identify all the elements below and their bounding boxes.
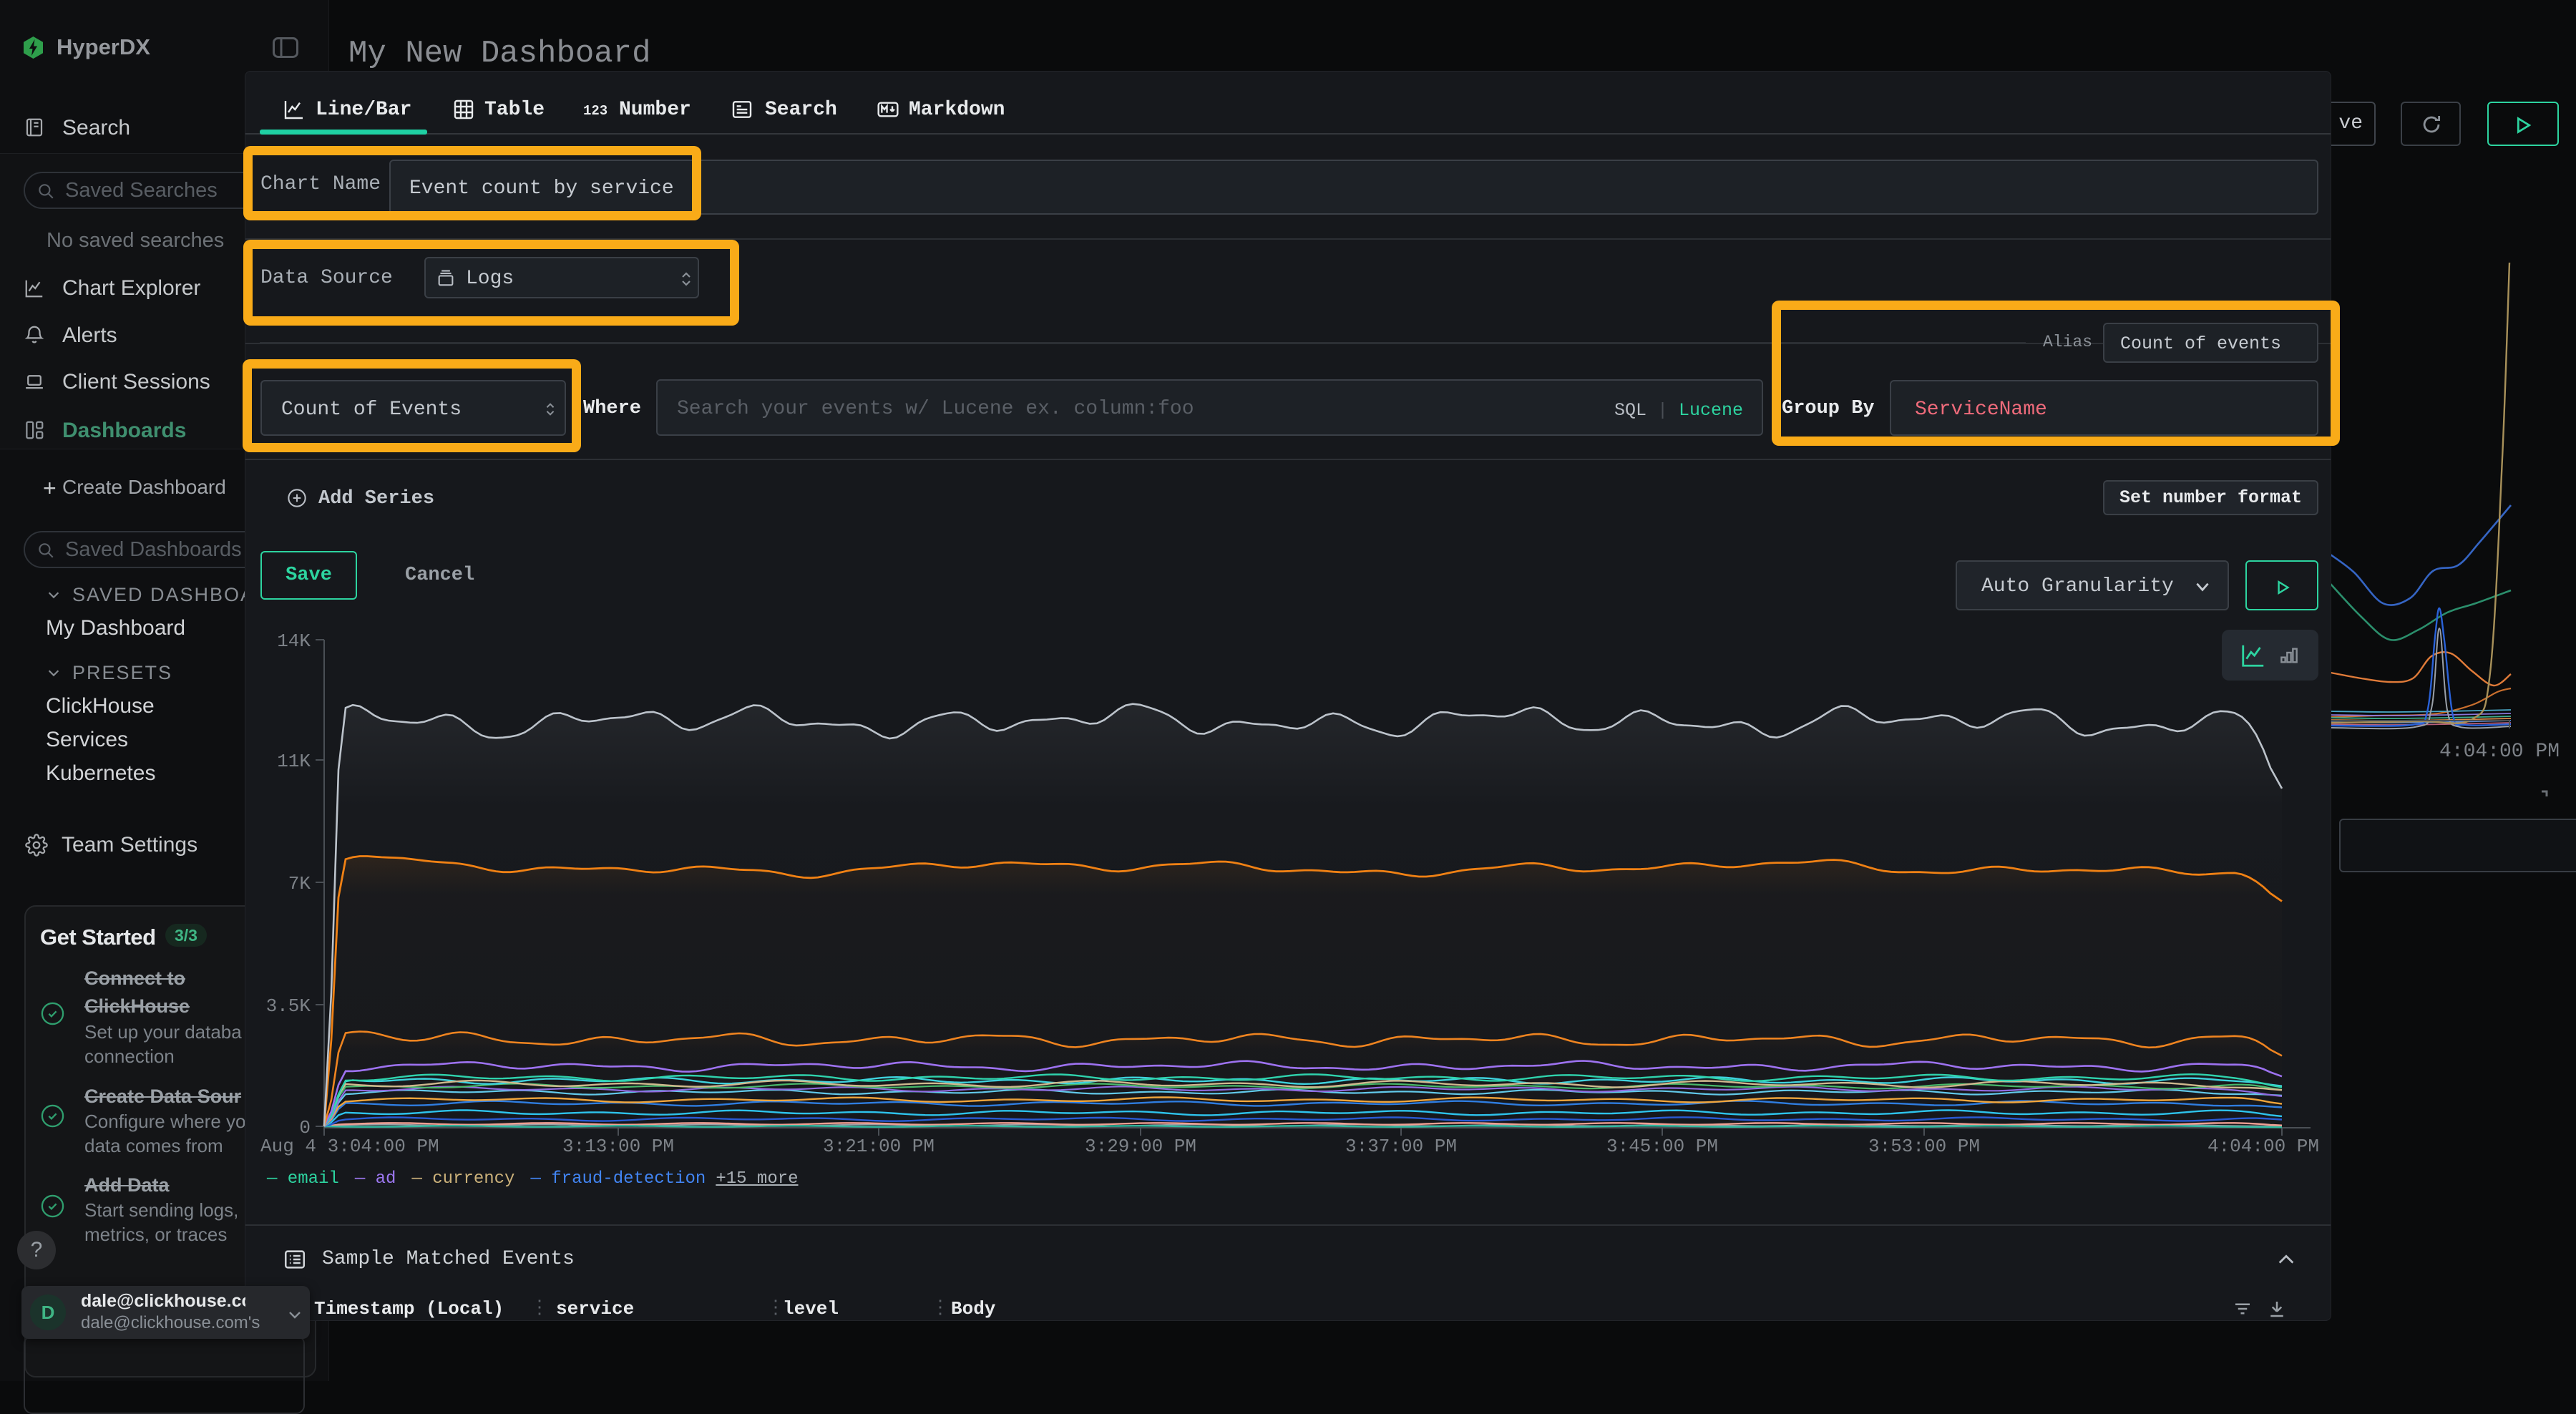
svg-text:3.5K: 3.5K bbox=[266, 995, 311, 1017]
svg-text:7K: 7K bbox=[288, 873, 311, 894]
svg-text:4:04:00 PM: 4:04:00 PM bbox=[2207, 1136, 2319, 1157]
svg-text:11K: 11K bbox=[277, 751, 311, 772]
svg-text:3:53:00 PM: 3:53:00 PM bbox=[1868, 1136, 1980, 1157]
svg-text:14K: 14K bbox=[277, 630, 311, 652]
svg-text:3:21:00 PM: 3:21:00 PM bbox=[823, 1136, 935, 1157]
svg-text:Aug 4 3:04:00 PM: Aug 4 3:04:00 PM bbox=[260, 1136, 439, 1157]
svg-text:4:04:00 PM: 4:04:00 PM bbox=[2439, 741, 2560, 763]
svg-text:3:37:00 PM: 3:37:00 PM bbox=[1345, 1136, 1457, 1157]
svg-text:3:29:00 PM: 3:29:00 PM bbox=[1085, 1136, 1196, 1157]
svg-text:3:13:00 PM: 3:13:00 PM bbox=[562, 1136, 674, 1157]
svg-text:3:45:00 PM: 3:45:00 PM bbox=[1606, 1136, 1718, 1157]
